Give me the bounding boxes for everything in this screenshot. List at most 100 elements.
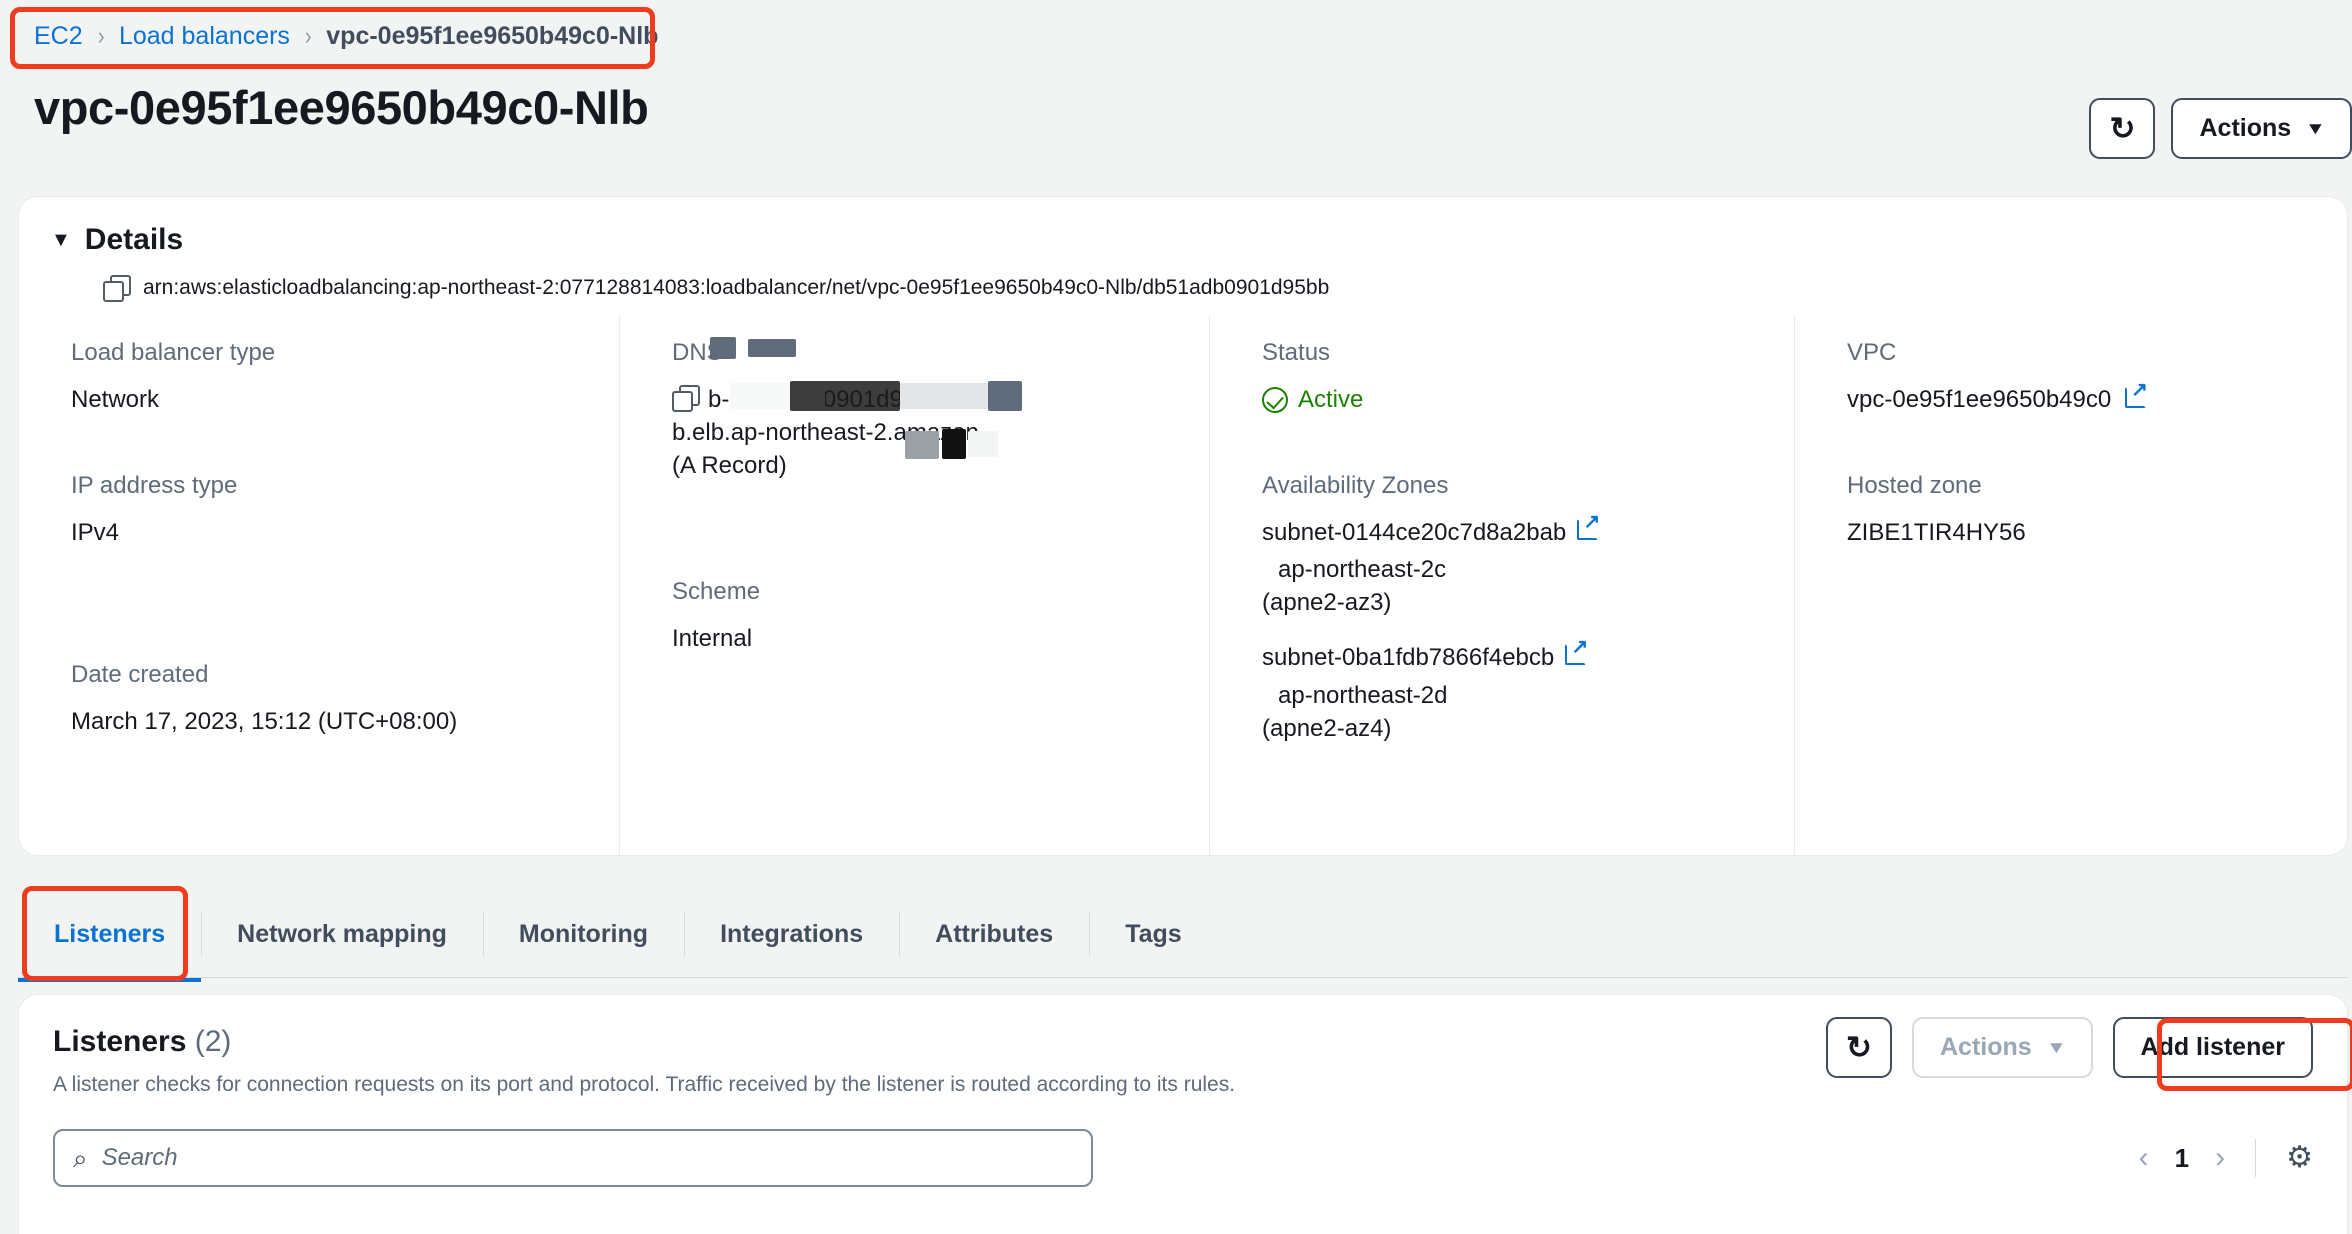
field-label: IP address type	[71, 472, 238, 500]
dns-value-line3: (A Record)	[672, 452, 787, 480]
field-label: Date created	[71, 661, 209, 689]
subnet-link[interactable]: subnet-0ba1fdb7866f4ebcb	[1262, 641, 1554, 674]
header-action-group: ↻ Actions ▼	[2089, 98, 2352, 159]
redaction-mark	[900, 383, 990, 409]
external-link-icon[interactable]	[1565, 637, 1588, 666]
field-hosted-zone: Hosted zone ZIBE1TIR4HY56	[1847, 472, 2317, 549]
field-value: Network	[71, 386, 160, 413]
field-date-created: Date created March 17, 2023, 15:12 (UTC+…	[71, 661, 589, 738]
field-label: Scheme	[672, 578, 761, 606]
add-listener-label: Add listener	[2140, 1033, 2285, 1061]
pagination-page-number[interactable]: 1	[2175, 1143, 2189, 1174]
listeners-panel: Listeners (2) A listener checks for conn…	[18, 994, 2348, 1234]
tab-label: Tags	[1125, 919, 1182, 948]
field-label: Hosted zone	[1847, 472, 1982, 500]
header-actions-button[interactable]: Actions ▼	[2171, 98, 2352, 159]
field-ip-address-type: IP address type IPv4	[71, 472, 589, 549]
redaction-mark	[748, 339, 796, 357]
tab-label: Integrations	[720, 919, 864, 948]
refresh-icon: ↻	[2109, 111, 2136, 146]
details-panel-header: ▼ Details arn:aws:elasticloadbalancing:a…	[19, 197, 2347, 302]
field-label: Availability Zones	[1262, 472, 1449, 500]
add-listener-button[interactable]: Add listener	[2112, 1017, 2313, 1078]
field-label: Load balancer type	[71, 339, 276, 366]
refresh-button[interactable]: ↻	[2089, 98, 2156, 159]
subnet-link[interactable]: subnet-0144ce20c7d8a2bab	[1262, 516, 1566, 549]
field-dns-name: DNS b-db51adb0901d95b b.elb.ap-northeast…	[672, 337, 1179, 482]
field-availability-zones: Availability Zones subnet-0144ce20c7d8a2…	[1262, 472, 1764, 745]
header-actions-label: Actions	[2199, 114, 2292, 142]
listeners-count: (2)	[194, 1025, 232, 1058]
details-column-1: Load balancer type Network IP address ty…	[19, 315, 619, 855]
tab-tags[interactable]: Tags	[1089, 886, 1218, 982]
page-title: vpc-0e95f1ee9650b49c0-Nlb	[34, 81, 649, 134]
az-zone-name: ap-northeast-2c	[1278, 556, 1447, 584]
field-value: IPv4	[71, 519, 120, 547]
tab-bar-divider	[18, 977, 2348, 978]
details-panel: ▼ Details arn:aws:elasticloadbalancing:a…	[18, 196, 2348, 856]
field-value: Internal	[672, 625, 753, 653]
pagination-prev-button[interactable]: ‹	[2139, 1143, 2149, 1173]
search-icon: ⌕	[73, 1143, 88, 1173]
tab-label: Listeners	[54, 919, 166, 948]
field-label: Status	[1262, 339, 1331, 366]
listeners-toolbar: ⌕ Search ‹ 1 › ⚙	[53, 1129, 2313, 1187]
listeners-actions-button[interactable]: Actions ▼	[1912, 1017, 2093, 1078]
search-input[interactable]: ⌕ Search	[53, 1129, 1093, 1187]
field-value: March 17, 2023, 15:12 (UTC+08:00)	[71, 708, 458, 736]
tab-integrations[interactable]: Integrations	[684, 886, 899, 982]
redaction-mark	[968, 431, 998, 457]
vpc-link[interactable]: vpc-0e95f1ee9650b49c0	[1847, 386, 2111, 413]
az-zone-name: ap-northeast-2d	[1278, 681, 1448, 709]
redaction-mark	[905, 431, 939, 459]
tab-label: Network mapping	[237, 919, 447, 948]
listeners-title-text: Listeners	[53, 1025, 187, 1058]
copy-icon[interactable]	[672, 385, 700, 412]
field-value: vpc-0e95f1ee9650b49c0	[1847, 380, 2317, 416]
tab-listeners[interactable]: Listeners	[18, 886, 202, 982]
page-header: vpc-0e95f1ee9650b49c0-Nlb ↻ Actions ▼	[34, 82, 2352, 162]
details-title: Details	[84, 223, 184, 256]
listeners-panel-header: Listeners (2) A listener checks for conn…	[19, 995, 2347, 1097]
listeners-actions-label: Actions	[1940, 1033, 2032, 1061]
breadcrumb-item-load-balancers[interactable]: Load balancers	[119, 22, 290, 51]
details-column-3: Status Active Availability Zones subnet-…	[1209, 315, 1794, 855]
breadcrumb-separator-2: ›	[304, 22, 312, 50]
chevron-down-icon: ▼	[2305, 119, 2327, 138]
pagination-divider	[2255, 1139, 2257, 1177]
external-link-icon[interactable]	[1577, 512, 1600, 541]
copy-icon[interactable]	[103, 275, 131, 302]
external-link-icon[interactable]	[2124, 380, 2148, 408]
field-label: VPC	[1847, 339, 1897, 366]
disclosure-triangle-icon[interactable]: ▼	[51, 230, 71, 250]
status-badge: Active	[1262, 383, 1764, 416]
tab-monitoring[interactable]: Monitoring	[482, 886, 684, 982]
field-load-balancer-type: Load balancer type Network	[71, 339, 589, 416]
field-vpc: VPC vpc-0e95f1ee9650b49c0	[1847, 339, 2317, 416]
az-zone-id: (apne2-az4)	[1262, 714, 1392, 742]
status-text: Active	[1298, 386, 1364, 413]
listeners-refresh-button[interactable]: ↻	[1826, 1017, 1892, 1078]
redaction-mark	[942, 429, 966, 459]
breadcrumb-item-ec2[interactable]: EC2	[34, 22, 83, 51]
redaction-mark	[988, 381, 1022, 411]
tab-network-mapping[interactable]: Network mapping	[201, 886, 483, 982]
gear-icon[interactable]: ⚙	[2286, 1143, 2313, 1173]
availability-zone-item: subnet-0144ce20c7d8a2bab ap-northeast-2c…	[1262, 512, 1764, 619]
pagination: ‹ 1 › ⚙	[2139, 1139, 2313, 1177]
breadcrumb-separator-1: ›	[97, 22, 105, 50]
chevron-down-icon: ▼	[2045, 1038, 2067, 1057]
listeners-action-group: ↻ Actions ▼ Add listener	[1826, 1017, 2313, 1078]
check-circle-icon	[1262, 386, 1288, 413]
tab-bar: Listeners Network mapping Monitoring Int…	[18, 886, 2348, 982]
tab-label: Monitoring	[518, 919, 649, 948]
details-grid: Load balancer type Network IP address ty…	[19, 315, 2347, 855]
arn-text: arn:aws:elasticloadbalancing:ap-northeas…	[143, 276, 1330, 299]
az-zone-id: (apne2-az3)	[1262, 589, 1392, 617]
field-scheme: Scheme Internal	[672, 578, 1179, 655]
tab-attributes[interactable]: Attributes	[899, 886, 1089, 982]
pagination-next-button[interactable]: ›	[2215, 1143, 2225, 1173]
redaction-mark	[790, 381, 900, 411]
breadcrumb-item-current: vpc-0e95f1ee9650b49c0-Nlb	[326, 22, 659, 50]
search-placeholder: Search	[101, 1144, 178, 1171]
